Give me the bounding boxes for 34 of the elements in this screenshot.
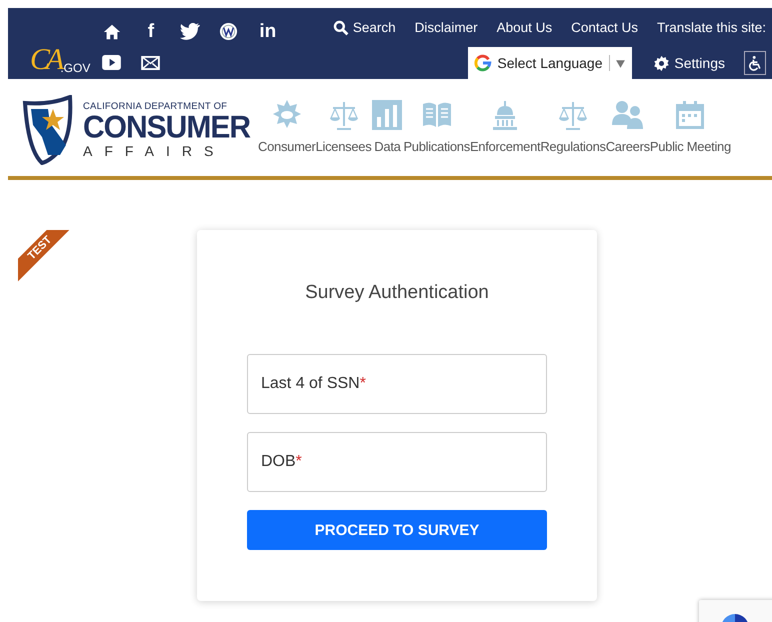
nav-item[interactable]: Careers xyxy=(606,99,650,154)
home-icon[interactable] xyxy=(102,22,121,40)
ca-gov-logo[interactable]: CA.GOV xyxy=(30,41,90,75)
mail-icon[interactable] xyxy=(141,56,160,70)
nav-item[interactable]: Enforcement xyxy=(470,99,540,154)
header-link[interactable]: Contact Us xyxy=(571,20,638,35)
header-link[interactable]: Disclaimer xyxy=(414,20,478,35)
youtube-icon[interactable] xyxy=(102,55,122,70)
twitter-icon[interactable] xyxy=(180,23,200,40)
facebook-link[interactable]: f xyxy=(148,22,154,42)
wordpress-icon[interactable] xyxy=(219,22,238,41)
nav-item[interactable]: Licensees xyxy=(316,99,372,154)
translate-label: Translate this site: xyxy=(656,20,766,35)
input-field[interactable]: Last 4 of SSN* xyxy=(247,354,547,414)
caret-icon xyxy=(614,58,626,68)
nav-item[interactable]: Data xyxy=(371,99,404,154)
nav-item[interactable]: Regulations xyxy=(540,99,606,154)
wheelchair-icon xyxy=(747,55,763,71)
linkedin-link[interactable]: in xyxy=(259,22,276,42)
nav-item[interactable]: Publications xyxy=(403,99,470,154)
settings-icon xyxy=(653,54,670,72)
header-link[interactable]: About Us xyxy=(496,20,552,35)
nav-item[interactable]: Consumer xyxy=(258,99,316,154)
settings-button[interactable]: Settings xyxy=(653,47,725,79)
proceed-button[interactable]: PROCEED TO SURVEY xyxy=(247,510,547,550)
card-title: Survey Authentication xyxy=(304,282,490,304)
language-select[interactable]: Select Language xyxy=(468,47,632,79)
input-field[interactable]: DOB* xyxy=(247,432,547,492)
accessibility-button[interactable] xyxy=(744,51,766,75)
logo-icon xyxy=(474,54,492,72)
search-link[interactable]: Search xyxy=(332,20,396,36)
nav-item[interactable]: Public Meeting xyxy=(650,99,731,154)
department-logo[interactable]: CALIFORNIA DEPARTMENT OF CONSUMER AFFAIRS xyxy=(20,95,250,165)
search-icon xyxy=(332,20,349,36)
